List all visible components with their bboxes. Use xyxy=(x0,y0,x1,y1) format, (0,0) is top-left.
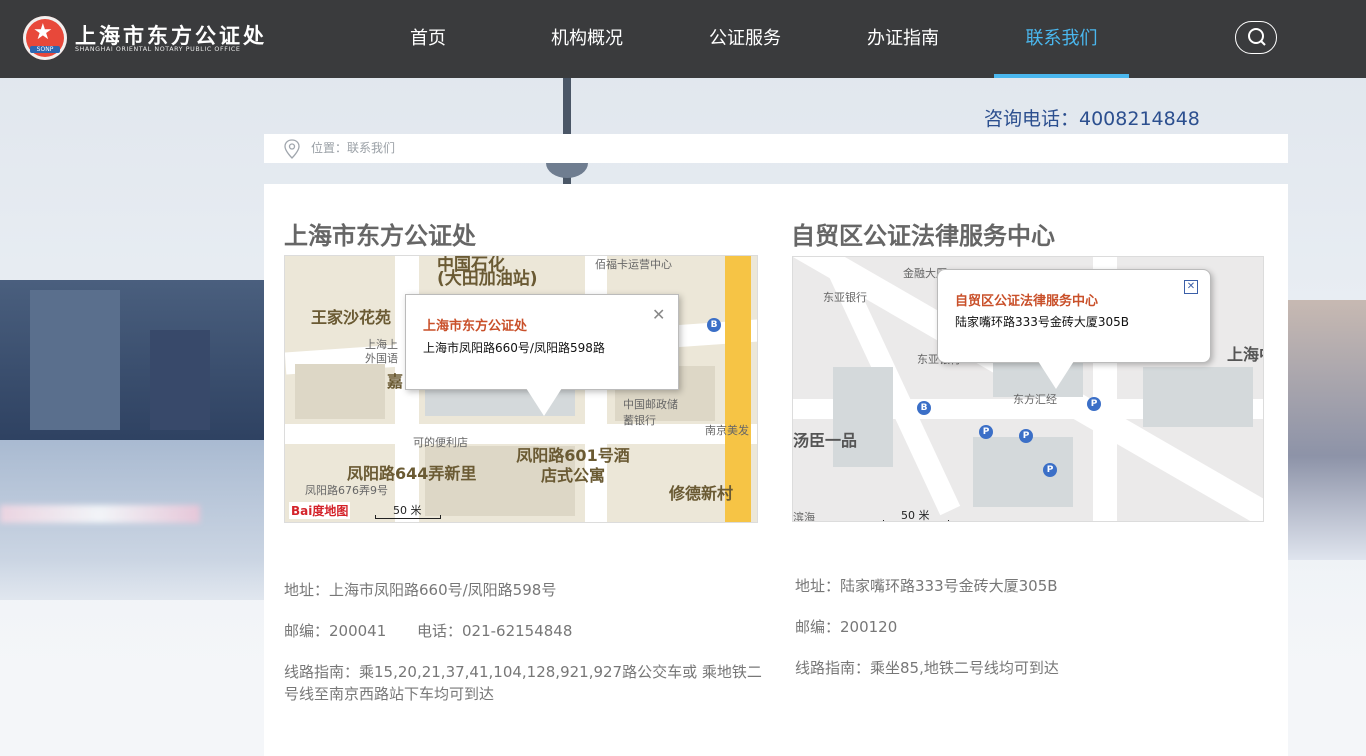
office-2-map-popup: 自贸区公证法律服务中心 陆家嘴环路333号金砖大厦305B ✕ xyxy=(937,269,1211,389)
breadcrumb: 位置：联系我们 xyxy=(264,134,1288,163)
map-label: 凤阳路676弄9号 xyxy=(305,484,388,497)
parking-icon: P xyxy=(1019,429,1033,443)
office-1-map-popup: 上海市东方公证处 上海市凤阳路660号/凤阳路598路 ✕ xyxy=(405,294,679,416)
map-label: 凤阳路644弄新里 xyxy=(347,464,477,483)
map-label: 外国语 xyxy=(365,352,398,365)
nav-contact[interactable]: 联系我们 xyxy=(994,0,1129,78)
nav-home[interactable]: 首页 xyxy=(388,0,468,78)
logo[interactable]: ★ SONP 上海市东方公证处 SHANGHAI ORIENTAL NOTARY… xyxy=(23,16,264,64)
popup-title: 上海市东方公证处 xyxy=(423,319,528,334)
map-label: 上海中 xyxy=(1227,345,1263,364)
popup-address: 陆家嘴环路333号金砖大厦305B xyxy=(955,315,1130,329)
main-content: 上海市东方公证处 中国石化 (大田加油站) 佰福卡运营中心 王家沙花苑 上海上 … xyxy=(264,184,1288,756)
popup-close-icon[interactable]: ✕ xyxy=(652,307,665,323)
bus-stop-icon: B xyxy=(707,318,721,332)
office-2-route: 线路指南：乘坐85,地铁二号线均可到达 xyxy=(795,659,1059,677)
location-pin-icon xyxy=(284,139,300,159)
bus-stop-icon: B xyxy=(917,401,931,415)
logo-badge-text: SONP xyxy=(30,46,60,53)
baidu-map-logo: Bai度地图 xyxy=(289,502,351,519)
office-2-postcode: 邮编：200120 xyxy=(795,618,898,636)
top-header: ★ SONP 上海市东方公证处 SHANGHAI ORIENTAL NOTARY… xyxy=(0,0,1366,78)
map-label: 中国邮政储蓄银行 xyxy=(623,398,678,427)
map-label: (大田加油站) xyxy=(437,269,538,289)
logo-english-name: SHANGHAI ORIENTAL NOTARY PUBLIC OFFICE xyxy=(75,46,241,53)
map-label: 凤阳路601号酒店式公寓 xyxy=(516,446,630,485)
office-1-map[interactable]: 中国石化 (大田加油站) 佰福卡运营中心 王家沙花苑 上海上 外国语 嘉 中国邮… xyxy=(284,255,758,523)
office-2-address: 地址：陆家嘴环路333号金砖大厦305B xyxy=(795,577,1058,595)
popup-address: 上海市凤阳路660号/凤阳路598路 xyxy=(423,341,605,355)
office-1-route: 线路指南：乘15,20,21,37,41,104,128,921,927路公交车… xyxy=(284,663,762,703)
office-2-map[interactable]: 东亚银行 金融大厦 东亚银行 东方汇经 汤臣一品 上海中 滨海 B P P P … xyxy=(792,256,1264,522)
logo-emblem-icon: ★ SONP xyxy=(23,16,67,60)
nav-guide[interactable]: 办证指南 xyxy=(854,0,952,78)
popup-title: 自贸区公证法律服务中心 xyxy=(955,294,1099,309)
office-1-title: 上海市东方公证处 xyxy=(284,222,476,250)
map-label: 东亚银行 xyxy=(823,291,867,304)
office-1-phone: 电话：021-62154848 xyxy=(417,622,573,640)
map-label: 嘉 xyxy=(387,372,404,391)
search-button[interactable] xyxy=(1235,21,1277,54)
parking-icon: P xyxy=(1043,463,1057,477)
parking-icon: P xyxy=(979,425,993,439)
popup-close-icon[interactable]: ✕ xyxy=(1184,280,1198,294)
breadcrumb-text: 位置：联系我们 xyxy=(311,141,396,155)
map-label: 修德新村 xyxy=(669,484,734,503)
map-label: 佰福卡运营中心 xyxy=(595,258,672,271)
office-1-address: 地址：上海市凤阳路660号/凤阳路598号 xyxy=(284,581,557,599)
parking-icon: P xyxy=(1087,397,1101,411)
map-label: 汤臣一品 xyxy=(793,431,858,450)
map-label: 可的便利店 xyxy=(413,436,468,449)
nav-about[interactable]: 机构概况 xyxy=(538,0,636,78)
office-2-title: 自贸区公证法律服务中心 xyxy=(791,222,1055,250)
map-label: 东方汇经 xyxy=(1013,393,1057,406)
map-label: 滨海 xyxy=(793,511,815,522)
nav-services[interactable]: 公证服务 xyxy=(696,0,794,78)
hotline-phone: 咨询电话：4008214848 xyxy=(984,108,1200,130)
map-label: 南京美发 xyxy=(705,424,749,437)
office-1-postcode: 邮编：200041 xyxy=(284,622,387,640)
map-label: 王家沙花苑 xyxy=(311,308,392,327)
search-icon xyxy=(1248,28,1266,46)
